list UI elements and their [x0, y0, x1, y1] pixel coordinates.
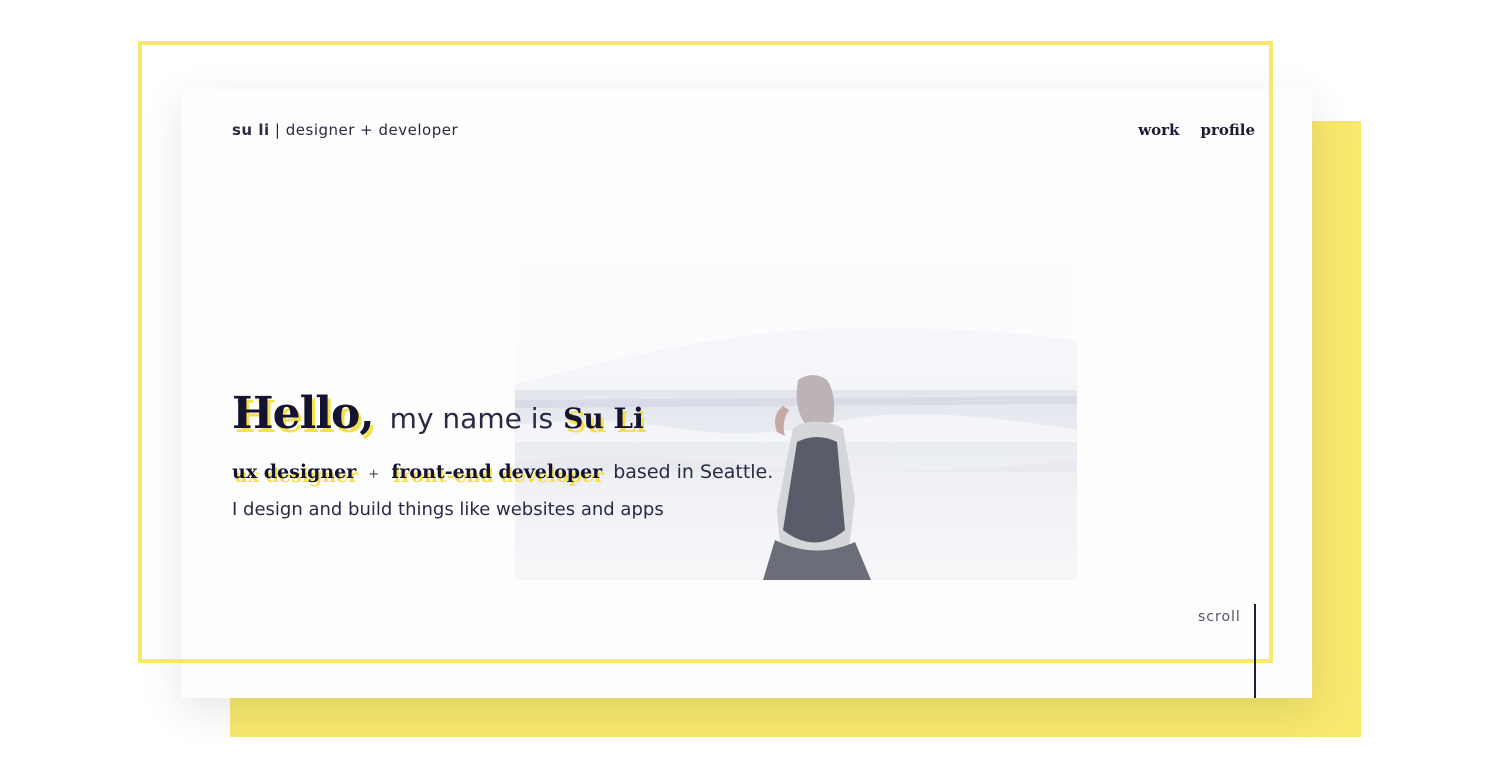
intro-text: my name is: [389, 402, 554, 435]
role-plus: +: [368, 467, 380, 482]
role-ux-designer: ux designer: [232, 461, 357, 483]
brand-separator: |: [274, 121, 281, 139]
greeting-line: Hello, my name is Su Li: [232, 388, 773, 439]
brand-name: su li: [232, 121, 270, 139]
nav-link-work[interactable]: work: [1138, 121, 1179, 139]
location-text: based in Seattle.: [613, 461, 774, 483]
role-line: ux designer + front-end developer based …: [232, 461, 773, 483]
hello-heading: Hello,: [232, 388, 375, 439]
brand-tagline: designer + developer: [285, 121, 459, 139]
name-heading: Su Li: [563, 402, 644, 435]
description-text: I design and build things like websites …: [232, 499, 664, 520]
brand[interactable]: su li | designer + developer: [232, 121, 458, 139]
hero-text: Hello, my name is Su Li ux designer + fr…: [232, 388, 773, 520]
page: su li | designer + developer work profil…: [0, 0, 1500, 780]
role-frontend-developer: front-end developer: [391, 461, 603, 483]
main-nav: work profile: [1138, 121, 1255, 139]
scroll-label[interactable]: scroll: [1198, 609, 1241, 625]
nav-link-profile[interactable]: profile: [1200, 121, 1255, 139]
scroll-indicator-line: [1254, 604, 1256, 698]
